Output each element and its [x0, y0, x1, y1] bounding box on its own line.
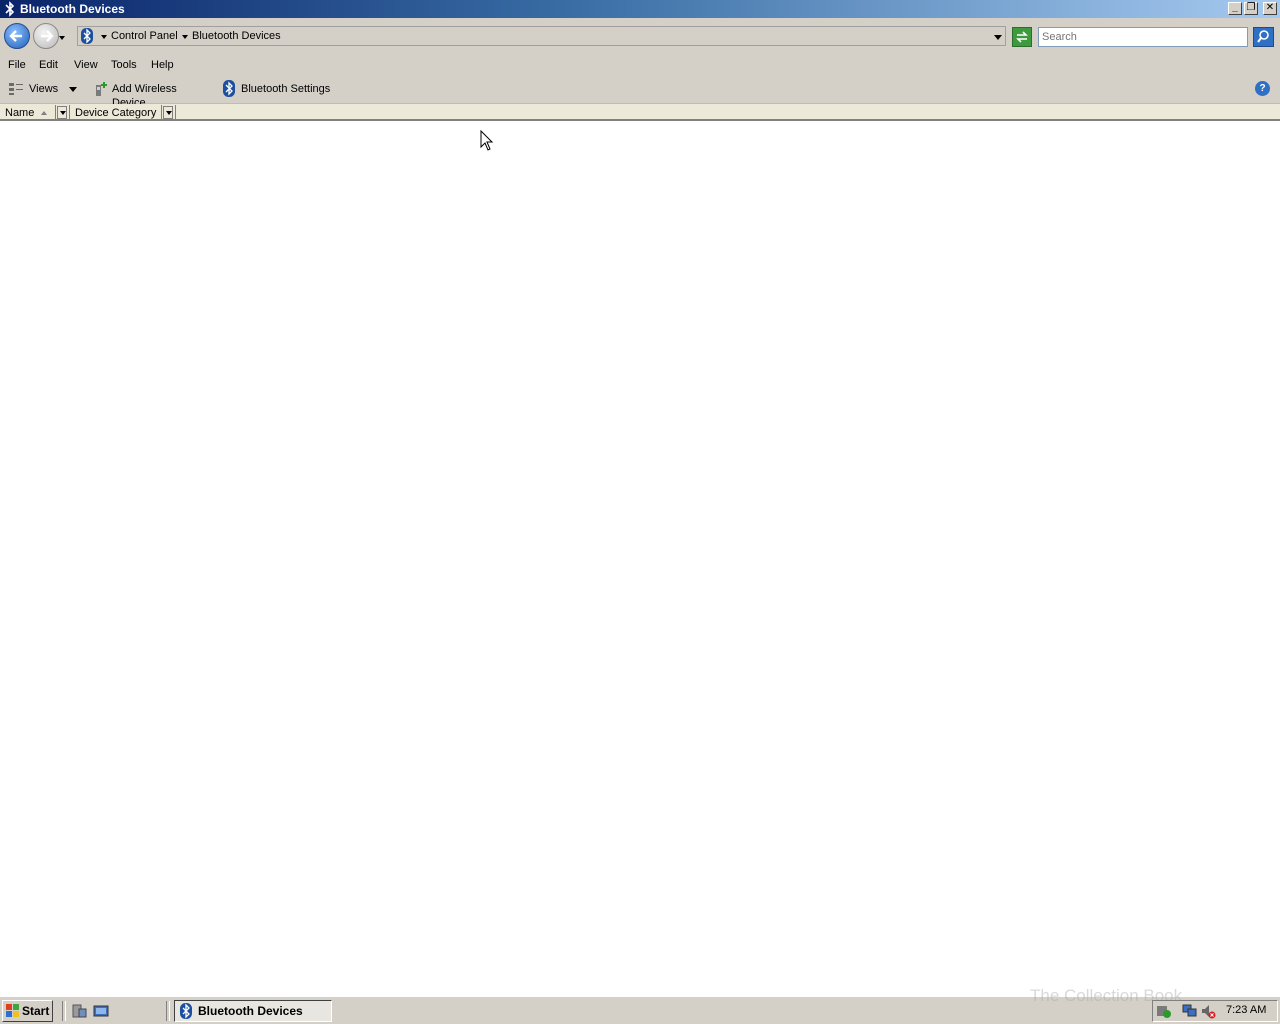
chevron-down-icon[interactable]: [69, 87, 77, 92]
back-button[interactable]: [4, 23, 30, 49]
recent-pages-dropdown-icon[interactable]: [59, 36, 65, 40]
bluetooth-settings-button[interactable]: Bluetooth Settings: [222, 80, 334, 98]
taskbar-divider: [62, 1001, 66, 1021]
network-icon[interactable]: [1182, 1003, 1198, 1019]
server-manager-icon[interactable]: [71, 1003, 87, 1019]
restore-button[interactable]: ❐: [1244, 2, 1258, 15]
address-bar[interactable]: Control Panel Bluetooth Devices: [77, 26, 1006, 46]
windows-logo-icon: [6, 1004, 19, 1017]
chevron-down-icon: [60, 111, 66, 115]
start-label: Start: [22, 1004, 50, 1018]
bluetooth-icon: [5, 1, 15, 17]
add-device-icon: [96, 82, 107, 96]
title-bar[interactable]: Bluetooth Devices: [0, 0, 1280, 18]
views-label: Views: [29, 83, 59, 95]
menu-file[interactable]: File: [8, 58, 26, 72]
mouse-cursor-icon: [480, 130, 494, 151]
minimize-button[interactable]: _: [1228, 2, 1242, 15]
menu-view[interactable]: View: [74, 58, 98, 72]
breadcrumb-bluetooth-devices[interactable]: Bluetooth Devices: [192, 27, 281, 45]
menu-bar: [0, 55, 1280, 77]
forward-arrow-icon: [41, 30, 54, 42]
column-divider[interactable]: [55, 105, 56, 120]
sort-ascending-icon: [41, 111, 47, 115]
refresh-icon: [1016, 31, 1028, 43]
refresh-button[interactable]: [1012, 27, 1032, 47]
taskbar-item-label: Bluetooth Devices: [198, 1004, 303, 1018]
bluetooth-icon: [81, 28, 93, 44]
bluetooth-settings-label: Bluetooth Settings: [241, 83, 331, 95]
chevron-down-icon[interactable]: [182, 35, 188, 39]
chevron-down-icon: [166, 111, 172, 115]
search-button[interactable]: [1253, 27, 1274, 47]
show-desktop-icon[interactable]: [93, 1003, 109, 1019]
column-divider[interactable]: [175, 105, 176, 120]
bluetooth-icon: [180, 1003, 192, 1019]
address-dropdown-icon[interactable]: [994, 35, 1002, 40]
views-icon: [9, 83, 23, 95]
views-button[interactable]: Views: [6, 80, 80, 98]
menu-tools[interactable]: Tools: [111, 58, 137, 72]
volume-muted-icon[interactable]: [1200, 1003, 1216, 1019]
bluetooth-icon: [223, 80, 235, 97]
search-icon: [1257, 30, 1269, 43]
column-name-filter-button[interactable]: [57, 106, 67, 119]
taskbar-item-bluetooth-devices[interactable]: Bluetooth Devices: [174, 1000, 332, 1022]
menu-help[interactable]: Help: [151, 58, 174, 72]
clock[interactable]: 7:23 AM: [1226, 1004, 1266, 1016]
column-category-filter-button[interactable]: [163, 106, 173, 119]
column-header-bar: [0, 104, 1280, 121]
window-title: Bluetooth Devices: [20, 2, 125, 16]
chevron-down-icon[interactable]: [101, 35, 107, 39]
help-icon[interactable]: ?: [1255, 81, 1270, 96]
search-input[interactable]: [1038, 27, 1248, 47]
close-button[interactable]: ✕: [1263, 2, 1277, 15]
menu-edit[interactable]: Edit: [39, 58, 58, 72]
security-status-icon[interactable]: [1156, 1003, 1172, 1019]
column-divider[interactable]: [161, 105, 162, 120]
column-name[interactable]: Name: [5, 107, 34, 120]
add-wireless-device-button[interactable]: Add Wireless Device: [93, 80, 213, 109]
taskbar-divider: [166, 1001, 170, 1021]
column-divider[interactable]: [69, 105, 70, 120]
device-list[interactable]: [0, 121, 1280, 996]
breadcrumb-control-panel[interactable]: Control Panel: [111, 27, 178, 45]
back-arrow-icon: [9, 30, 22, 42]
column-device-category[interactable]: Device Category: [75, 107, 156, 120]
forward-button[interactable]: [33, 23, 59, 49]
start-button[interactable]: Start: [2, 1000, 53, 1022]
